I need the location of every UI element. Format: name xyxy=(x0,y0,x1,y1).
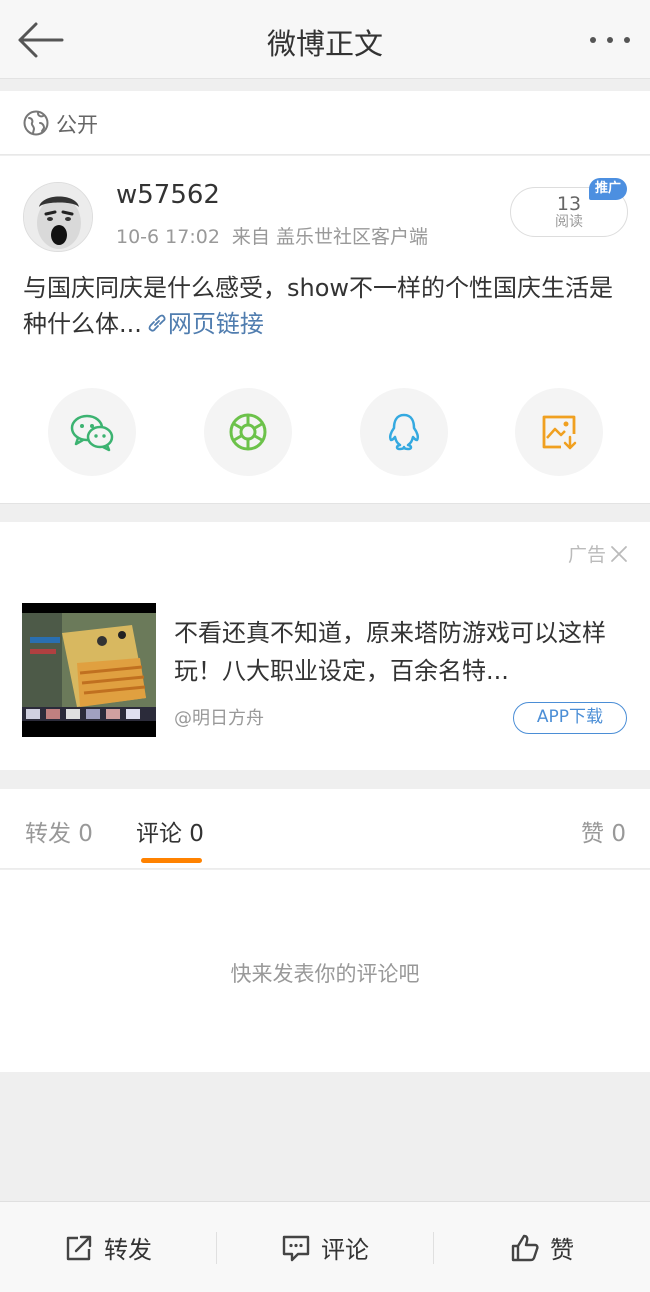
ad-source[interactable]: @明日方舟 xyxy=(174,704,264,730)
comment-icon xyxy=(282,1235,310,1261)
thumbs-up-icon xyxy=(511,1234,539,1261)
share-wechat-button[interactable] xyxy=(48,388,136,476)
promote-badge[interactable]: 推广 xyxy=(589,178,628,200)
like-button[interactable]: 赞 xyxy=(434,1202,650,1292)
more-dot-icon xyxy=(590,37,596,43)
save-image-icon xyxy=(542,415,577,450)
active-tab-indicator xyxy=(141,858,202,863)
post-time: 10-6 17:02 xyxy=(116,226,220,248)
empty-comments-text: 快来发表你的评论吧 xyxy=(230,962,420,986)
repost-icon xyxy=(66,1235,92,1260)
comment-button[interactable]: 评论 xyxy=(217,1202,433,1292)
ad-title[interactable]: 不看还真不知道，原来塔防游戏可以这样玩！八大职业设定，百余名特... xyxy=(174,614,624,690)
username[interactable]: w57562 xyxy=(116,180,220,210)
top-bar: 微博正文 xyxy=(0,0,650,79)
share-moments-button[interactable] xyxy=(204,388,292,476)
bottom-action-bar: 转发 评论 赞 xyxy=(0,1201,650,1292)
post-body: 与国庆同庆是什么感受，show不一样的个性国庆生活是种什么体... xyxy=(23,274,614,338)
post-text: 与国庆同庆是什么感受，show不一样的个性国庆生活是种什么体... 网页链接 xyxy=(23,270,623,342)
web-link[interactable]: 网页链接 xyxy=(168,310,264,338)
game-screenshot-icon xyxy=(22,603,156,737)
interaction-tabs: 转发 0 评论 0 赞 0 xyxy=(0,789,650,869)
qq-icon xyxy=(388,413,420,451)
globe-icon xyxy=(23,110,49,136)
tab-like[interactable]: 赞 0 xyxy=(581,814,626,848)
share-row xyxy=(0,388,650,476)
page-title: 微博正文 xyxy=(266,27,383,61)
post-card: w57562 10-6 17:02 来自 盖乐世社区客户端 13 阅读 推广 与国… xyxy=(0,156,650,504)
visibility-row: 公开 xyxy=(0,91,650,155)
repost-button[interactable]: 转发 xyxy=(0,1202,216,1292)
share-qq-button[interactable] xyxy=(360,388,448,476)
avatar[interactable] xyxy=(23,182,93,252)
moments-icon xyxy=(229,413,267,451)
post-meta: 10-6 17:02 来自 盖乐世社区客户端 xyxy=(116,222,428,249)
ad-label: 广告 xyxy=(567,544,606,566)
visibility-label: 公开 xyxy=(56,113,98,137)
app-download-button[interactable]: APP下载 xyxy=(513,702,627,734)
avatar-face-icon xyxy=(24,183,92,251)
repost-label: 转发 xyxy=(104,1236,152,1264)
ad-thumbnail[interactable] xyxy=(22,603,156,737)
more-dot-icon xyxy=(607,37,613,43)
like-label: 赞 xyxy=(550,1236,574,1264)
tab-comment[interactable]: 评论 0 xyxy=(136,814,204,848)
ad-card[interactable]: 广告 不看还真不知道，原来塔防游戏可以这样玩！八大职业设定，百余名特... @明… xyxy=(0,522,650,770)
read-label: 阅读 xyxy=(555,214,583,230)
ad-tag[interactable]: 广告 xyxy=(568,540,628,567)
comments-area: 快来发表你的评论吧 xyxy=(0,870,650,1072)
save-image-button[interactable] xyxy=(515,388,603,476)
comment-label: 评论 xyxy=(321,1236,369,1264)
close-icon[interactable] xyxy=(610,545,628,563)
link-icon xyxy=(148,314,166,332)
post-source: 来自 盖乐世社区客户端 xyxy=(231,226,428,248)
more-options-button[interactable] xyxy=(584,22,636,58)
wechat-icon xyxy=(70,414,114,452)
tab-repost[interactable]: 转发 0 xyxy=(25,814,93,848)
more-dot-icon xyxy=(624,37,630,43)
